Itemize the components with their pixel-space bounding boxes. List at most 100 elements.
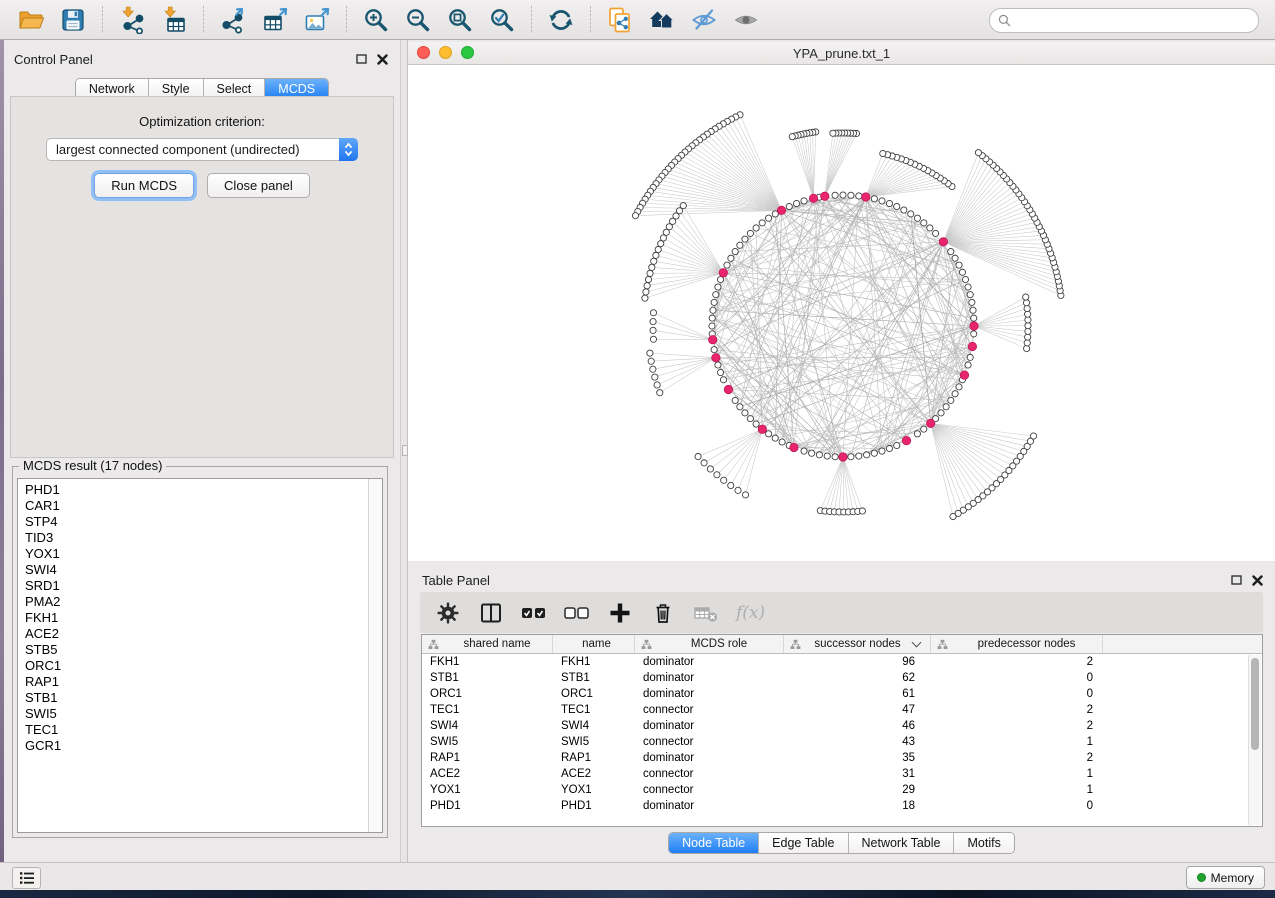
mcds-result-item[interactable]: YOX1 (18, 546, 368, 562)
table-row[interactable]: FKH1FKH1dominator962 (422, 654, 1262, 670)
run-mcds-button[interactable]: Run MCDS (94, 173, 194, 198)
mcds-result-item[interactable]: ORC1 (18, 658, 368, 674)
mcds-result-item[interactable]: SWI4 (18, 562, 368, 578)
mcds-result-item[interactable]: RAP1 (18, 674, 368, 690)
cell-mcds-role: dominator (635, 798, 784, 814)
zoom-fit-content-icon[interactable] (444, 4, 476, 36)
first-neighbors-icon[interactable] (646, 4, 678, 36)
export-image-icon[interactable] (301, 4, 333, 36)
cell-predecessor-nodes: 0 (931, 686, 1103, 702)
select-all-icon[interactable] (521, 600, 547, 626)
show-columns-icon[interactable] (478, 600, 504, 626)
table-scrollbar[interactable] (1248, 655, 1261, 825)
mcds-result-item[interactable]: FKH1 (18, 610, 368, 626)
table-toolbar: f(x) (420, 592, 1263, 633)
tab-motifs[interactable]: Motifs (954, 833, 1013, 853)
column-header-shared-name[interactable]: shared name (422, 635, 553, 653)
mcds-result-item[interactable]: CAR1 (18, 498, 368, 514)
float-panel-icon[interactable] (356, 54, 367, 64)
cell-successor-nodes: 96 (784, 654, 931, 670)
cell-predecessor-nodes: 0 (931, 670, 1103, 686)
mcds-result-item[interactable]: TID3 (18, 530, 368, 546)
optimization-criterion-select[interactable]: largest connected component (undirected) (46, 138, 358, 161)
import-table-icon[interactable] (158, 4, 190, 36)
table-row[interactable]: ACE2ACE2connector311 (422, 766, 1262, 782)
hide-selected-icon[interactable] (688, 4, 720, 36)
table-row[interactable]: ORC1ORC1dominator610 (422, 686, 1262, 702)
mcds-result-item[interactable]: PMA2 (18, 594, 368, 610)
node-table[interactable]: shared namename MCDS role successor nodes p… (421, 634, 1263, 827)
window-close-icon[interactable] (417, 46, 430, 59)
close-panel-button[interactable]: Close panel (207, 173, 310, 198)
duplicate-network-icon[interactable] (604, 4, 636, 36)
deselect-all-icon[interactable] (564, 600, 590, 626)
cell-mcds-role: connector (635, 734, 784, 750)
column-namespace-icon (641, 639, 652, 650)
window-minimize-icon[interactable] (439, 46, 452, 59)
table-row[interactable]: RAP1RAP1dominator352 (422, 750, 1262, 766)
cell-predecessor-nodes: 2 (931, 654, 1103, 670)
column-header-label: MCDS role (655, 638, 783, 650)
memory-button[interactable]: Memory (1186, 866, 1265, 889)
table-row[interactable]: YOX1YOX1connector291 (422, 782, 1262, 798)
cell-mcds-role: connector (635, 782, 784, 798)
column-header-mcds-role[interactable]: MCDS role (635, 635, 784, 653)
mcds-result-item[interactable]: STP4 (18, 514, 368, 530)
mcds-result-item[interactable]: SRD1 (18, 578, 368, 594)
zoom-out-icon[interactable] (402, 4, 434, 36)
column-header-successor-nodes[interactable]: successor nodes (784, 635, 931, 653)
table-body: FKH1FKH1dominator962STB1STB1dominator620… (422, 654, 1262, 814)
tab-network-table[interactable]: Network Table (849, 833, 955, 853)
mcds-result-item[interactable]: ACE2 (18, 626, 368, 642)
cell-successor-nodes: 29 (784, 782, 931, 798)
refresh-view-icon[interactable] (545, 4, 577, 36)
mcds-result-item[interactable]: STB1 (18, 690, 368, 706)
column-header-name[interactable]: name (553, 635, 635, 653)
cell-name: YOX1 (553, 782, 635, 798)
cell-predecessor-nodes: 2 (931, 702, 1103, 718)
export-table-icon[interactable] (259, 4, 291, 36)
import-network-icon[interactable] (116, 4, 148, 36)
mcds-result-item[interactable]: SWI5 (18, 706, 368, 722)
optimization-criterion-label: Optimization criterion: (11, 114, 393, 129)
zoom-in-icon[interactable] (360, 4, 392, 36)
table-scrollbar-thumb[interactable] (1251, 658, 1259, 750)
network-canvas[interactable] (408, 65, 1275, 562)
table-row[interactable]: PHD1PHD1dominator180 (422, 798, 1262, 814)
window-zoom-icon[interactable] (461, 46, 474, 59)
table-row[interactable]: SWI4SWI4dominator462 (422, 718, 1262, 734)
show-all-icon[interactable] (730, 4, 762, 36)
search-field[interactable] (989, 8, 1259, 33)
mcds-result-item[interactable]: PHD1 (18, 482, 368, 498)
cell-shared-name: SWI5 (422, 734, 553, 750)
export-network-icon[interactable] (217, 4, 249, 36)
float-panel-icon[interactable] (1231, 575, 1242, 585)
create-column-icon[interactable] (607, 600, 633, 626)
close-panel-icon[interactable] (1252, 575, 1263, 586)
table-row[interactable]: STB1STB1dominator620 (422, 670, 1262, 686)
mcds-result-item[interactable]: GCR1 (18, 738, 368, 754)
mcds-result-item[interactable]: TEC1 (18, 722, 368, 738)
delete-table-icon (693, 600, 719, 626)
zoom-selected-region-icon[interactable] (486, 4, 518, 36)
tab-node-table[interactable]: Node Table (669, 833, 759, 853)
cell-shared-name: ACE2 (422, 766, 553, 782)
open-session-icon[interactable] (15, 4, 47, 36)
table-mode-gear-icon[interactable] (435, 600, 461, 626)
panel-splitter[interactable] (400, 40, 408, 862)
delete-columns-icon[interactable] (650, 600, 676, 626)
tab-edge-table[interactable]: Edge Table (759, 833, 848, 853)
save-session-icon[interactable] (57, 4, 89, 36)
table-row[interactable]: TEC1TEC1connector472 (422, 702, 1262, 718)
mcds-result-item[interactable]: STB5 (18, 642, 368, 658)
search-input[interactable] (1016, 11, 1258, 31)
mcds-result-scrollbar[interactable] (368, 479, 382, 832)
main-toolbar (0, 0, 1275, 40)
table-row[interactable]: SWI5SWI5connector431 (422, 734, 1262, 750)
close-panel-icon[interactable] (377, 54, 388, 65)
control-panel: Control Panel NetworkStyleSelectMCDS Opt… (4, 40, 400, 862)
column-header-label: successor nodes (804, 638, 911, 650)
cell-predecessor-nodes: 1 (931, 766, 1103, 782)
task-history-button[interactable] (12, 867, 41, 889)
column-header-predecessor-nodes[interactable]: predecessor nodes (931, 635, 1103, 653)
